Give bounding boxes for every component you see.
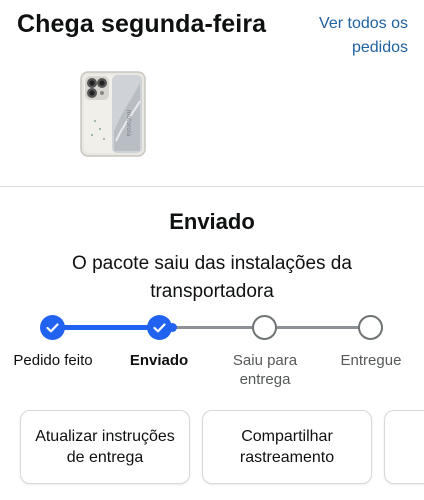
see-all-orders-link[interactable]: Ver todos os pedidos — [288, 12, 408, 60]
step-out-for-delivery-label: Saiu para entrega — [216, 351, 314, 389]
checkmark-icon — [153, 322, 166, 332]
step-shipped-text: Enviado — [129, 352, 189, 369]
share-tracking-button[interactable]: Compartilhar rastreamento — [202, 410, 372, 484]
step-out-for-delivery-line1: Saiu para — [232, 352, 298, 369]
step-out-for-delivery-line2: entrega — [239, 371, 291, 388]
checkmark-icon — [46, 322, 59, 332]
order-header: Chega segunda-feira Ver todos os pedidos… — [0, 0, 424, 190]
delivery-title: Chega segunda-feira — [17, 10, 267, 38]
status-description-line1: O pacote saiu das instalações da — [72, 253, 352, 274]
action-buttons-row: Atualizar instruções de entrega Comparti… — [0, 410, 424, 484]
svg-text:motorola: motorola — [125, 110, 132, 137]
more-actions-button-partial[interactable] — [384, 410, 424, 484]
step-ordered-text: Pedido feito — [13, 352, 93, 369]
progress-tracker — [0, 310, 424, 344]
step-ordered-label: Pedido feito — [4, 351, 102, 370]
see-all-orders-line1[interactable]: Ver todos os — [288, 12, 408, 36]
section-divider — [0, 186, 424, 187]
product-image[interactable]: motorola — [80, 71, 146, 157]
step-shipped-node — [147, 315, 172, 340]
step-delivered-text: Entregue — [340, 352, 402, 369]
step-shipped-label: Enviado — [110, 351, 208, 370]
step-delivered-node — [358, 315, 383, 340]
see-all-orders-line2[interactable]: pedidos — [288, 36, 408, 60]
step-delivered-label: Entregue — [322, 351, 420, 370]
update-instructions-line2[interactable]: de entrega — [35, 447, 175, 468]
update-instructions-line1[interactable]: Atualizar instruções — [35, 426, 175, 447]
step-out-for-delivery-node — [252, 315, 277, 340]
status-description-line2: transportadora — [150, 281, 274, 302]
update-delivery-instructions-button[interactable]: Atualizar instruções de entrega — [20, 410, 190, 484]
phone-image-icon: motorola — [80, 71, 146, 157]
shipment-status-title: Enviado — [169, 209, 255, 234]
share-tracking-line2[interactable]: rastreamento — [240, 447, 334, 468]
shipment-status-description: O pacote saiu das instalações da transpo… — [60, 250, 364, 306]
share-tracking-line1[interactable]: Compartilhar — [240, 426, 334, 447]
step-ordered-node — [40, 315, 65, 340]
